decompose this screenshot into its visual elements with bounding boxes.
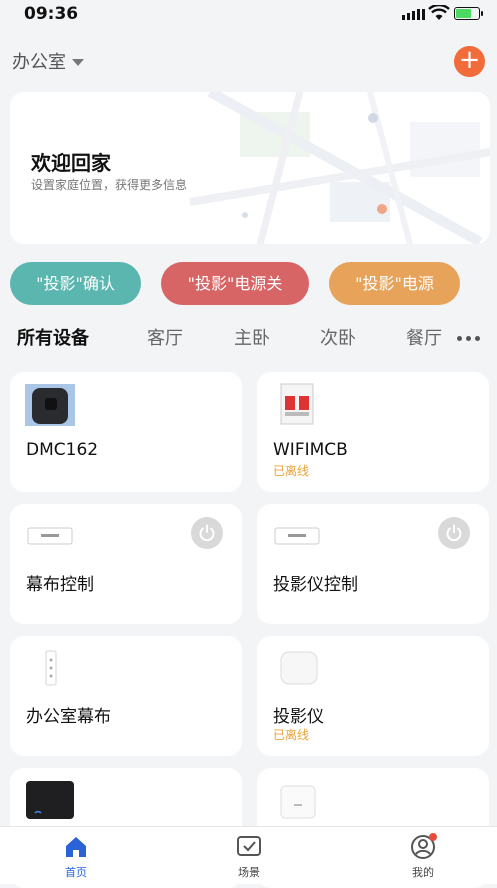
home-icon bbox=[66, 837, 86, 857]
sensor-image bbox=[280, 785, 316, 819]
device-name: 投影仪控制 bbox=[273, 575, 358, 595]
tab-dining-room[interactable]: 餐厅 bbox=[406, 324, 442, 350]
power-icon bbox=[199, 524, 215, 542]
home-selector[interactable]: 办公室 bbox=[12, 48, 84, 74]
device-card[interactable]: 幕布控制 bbox=[10, 504, 242, 624]
more-tabs-icon[interactable] bbox=[457, 336, 480, 341]
nav-profile[interactable]: 我的 bbox=[383, 833, 463, 880]
device-status-offline: 已离线 bbox=[273, 464, 310, 478]
add-device-button[interactable]: + bbox=[454, 46, 485, 77]
nav-scenes[interactable]: 场景 bbox=[209, 833, 289, 880]
bottom-navigation: 首页 场景 我的 bbox=[0, 826, 497, 884]
power-button[interactable] bbox=[191, 517, 223, 549]
smart-plug-image bbox=[25, 384, 75, 426]
scene-button-power[interactable]: "投影"电源 bbox=[329, 262, 460, 305]
ir-remote-image bbox=[27, 527, 73, 545]
scene-button-confirm[interactable]: "投影"确认 bbox=[10, 262, 141, 305]
status-time: 09:36 bbox=[24, 4, 79, 24]
device-card[interactable]: 办公室幕布 bbox=[10, 636, 242, 756]
device-status-offline: 已离线 bbox=[273, 728, 310, 742]
home-name: 办公室 bbox=[12, 52, 66, 73]
cellular-signal-icon bbox=[402, 9, 425, 20]
tab-second-bedroom[interactable]: 次卧 bbox=[320, 324, 356, 350]
nav-home-label: 首页 bbox=[65, 866, 87, 879]
status-bar: 09:36 bbox=[0, 0, 497, 30]
caret-down-icon bbox=[72, 58, 84, 66]
wifi-icon bbox=[428, 5, 450, 20]
projector-image bbox=[280, 651, 318, 685]
device-name: 办公室幕布 bbox=[26, 707, 111, 727]
welcome-card[interactable]: 欢迎回家 设置家庭位置，获得更多信息 bbox=[10, 92, 490, 244]
tab-living-room[interactable]: 客厅 bbox=[147, 324, 183, 350]
device-name: WIFIMCB bbox=[273, 440, 348, 460]
ir-remote-image bbox=[274, 527, 320, 545]
breaker-image bbox=[280, 383, 314, 425]
gateway-image bbox=[26, 781, 74, 819]
tab-all-devices[interactable]: 所有设备 bbox=[17, 324, 89, 350]
nav-profile-label: 我的 bbox=[412, 866, 434, 879]
notification-dot bbox=[429, 833, 437, 841]
scene-check-icon bbox=[237, 836, 261, 856]
scene-button-power-off[interactable]: "投影"电源关 bbox=[161, 262, 309, 305]
room-tabs: 所有设备 客厅 主卧 次卧 餐厅 bbox=[0, 318, 448, 358]
device-card[interactable]: 投影仪 已离线 bbox=[257, 636, 489, 756]
battery-icon bbox=[454, 7, 483, 20]
device-name: 幕布控制 bbox=[26, 575, 94, 595]
power-icon bbox=[446, 524, 462, 542]
device-name: 投影仪 bbox=[273, 707, 324, 727]
device-name: DMC162 bbox=[26, 440, 99, 460]
welcome-subtitle: 设置家庭位置，获得更多信息 bbox=[31, 178, 188, 192]
tab-master-bedroom[interactable]: 主卧 bbox=[234, 324, 270, 350]
device-card[interactable]: 投影仪控制 bbox=[257, 504, 489, 624]
welcome-title: 欢迎回家 bbox=[31, 151, 111, 175]
power-button[interactable] bbox=[438, 517, 470, 549]
wall-switch-image bbox=[45, 650, 57, 686]
device-card[interactable]: WIFIMCB 已离线 bbox=[257, 372, 489, 492]
nav-scenes-label: 场景 bbox=[238, 866, 260, 879]
nav-home[interactable]: 首页 bbox=[36, 833, 116, 880]
device-card[interactable]: DMC162 bbox=[10, 372, 242, 492]
